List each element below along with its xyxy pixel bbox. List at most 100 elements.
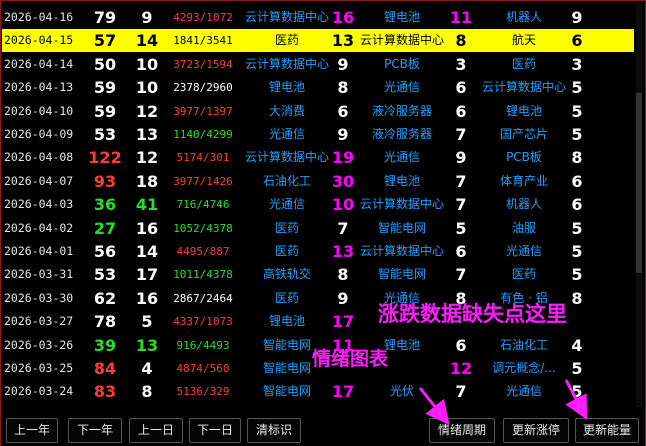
table-row[interactable]: 2026-03-24 83 8 5136/329 智能电网 17 光伏 7 光通信 5 xyxy=(2,380,634,403)
up-count-cell: 39 xyxy=(93,335,117,355)
sector-3-cell: 医药 xyxy=(511,267,536,282)
sector-2-cell: PCB板 xyxy=(384,56,420,71)
sector-2-cell: 锂电池 xyxy=(383,173,420,188)
down-count-cell: 4 xyxy=(141,359,153,378)
date-cell: 2026-04-16 xyxy=(4,10,74,24)
date-cell: 2026-04-02 xyxy=(4,220,74,235)
sector-3-cell: 体育产业 xyxy=(499,173,548,188)
sector-3-cell: 云计算数据中心 xyxy=(481,80,566,95)
button-bar: 上一年 下一年 上一日 下一日 清标识 情绪周期 更新涨停 更新能量 xyxy=(1,413,645,446)
table-row[interactable]: 2026-03-31 53 17 1011/4378 高铁轨交 8 智能电网 7 医药 5 xyxy=(2,263,634,286)
up-count-cell: 83 xyxy=(93,382,117,402)
rise-fall-ratio-cell: 3977/1426 xyxy=(173,174,233,188)
sector-2-cell: 液冷服务器 xyxy=(371,127,432,141)
up-count-cell: 59 xyxy=(93,78,117,98)
table-row[interactable]: 2026-04-08 122 12 5174/301 云计算数据中心 19 光通信 9 PCB板… xyxy=(2,146,634,169)
clear-marks-button[interactable]: 清标识 xyxy=(247,418,301,443)
up-count-cell: 79 xyxy=(93,8,117,27)
down-count-cell: 8 xyxy=(141,382,153,402)
table-row[interactable]: 2026-04-07 93 18 3977/1426 石油化工 30 锂电池 7 体育产业 6 xyxy=(2,170,634,193)
rise-fall-ratio-cell: 3977/1397 xyxy=(173,104,233,118)
sector-3-count-cell: 4 xyxy=(571,335,583,355)
sector-2-count-cell: 8 xyxy=(455,31,467,51)
up-count-cell: 62 xyxy=(93,288,117,308)
next-year-button[interactable]: 下一年 xyxy=(68,418,122,443)
sector-1-cell: 云计算数据中心 xyxy=(244,10,329,24)
date-cell: 2026-03-31 xyxy=(4,267,74,282)
up-count-cell: 53 xyxy=(93,125,117,144)
sector-2-cell: 云计算数据中心 xyxy=(359,244,444,258)
sector-2-count-cell: 6 xyxy=(455,101,467,121)
next-day-button[interactable]: 下一日 xyxy=(189,418,241,443)
table-row[interactable]: 2026-04-01 56 14 4495/887 医药 13 云计算数据中心 6 光通信 5 xyxy=(2,240,634,263)
rise-fall-ratio-cell: 5136/329 xyxy=(176,385,230,399)
sector-2-count-cell: 7 xyxy=(455,195,467,215)
up-count-cell: 27 xyxy=(93,218,117,238)
update-limit-button[interactable]: 更新涨停 xyxy=(503,418,569,443)
sector-2-count-cell: 11 xyxy=(449,8,473,27)
sector-2-count-cell: 3 xyxy=(455,54,467,74)
sector-1-cell: 云计算数据中心 xyxy=(244,150,329,165)
up-count-cell: 59 xyxy=(93,101,117,121)
table-row[interactable]: 2026-04-15 57 14 1841/3541 医药 13 云计算数据中心 8 航天 6 xyxy=(2,29,634,53)
date-cell: 2026-04-08 xyxy=(4,150,74,165)
sector-3-cell: 石油化工 xyxy=(499,337,548,352)
prev-day-button[interactable]: 上一日 xyxy=(129,418,183,443)
sector-3-count-cell: 8 xyxy=(571,148,583,168)
date-cell: 2026-04-13 xyxy=(4,80,74,95)
rise-fall-ratio-cell: 1052/4378 xyxy=(173,221,233,235)
up-count-cell: 36 xyxy=(93,195,117,215)
date-cell: 2026-03-24 xyxy=(4,384,74,399)
sector-3-count-cell: 6 xyxy=(571,171,583,191)
sector-3-count-cell: 5 xyxy=(571,78,583,98)
sentiment-cycle-button[interactable]: 情绪周期 xyxy=(429,418,495,443)
table-row[interactable]: 2026-04-02 27 16 1052/4378 医药 7 智能电网 5 油服 5 xyxy=(2,217,634,240)
sector-2-count-cell: 6 xyxy=(455,335,467,355)
sector-3-count-cell: 5 xyxy=(571,265,583,285)
down-count-cell: 16 xyxy=(135,218,159,238)
table-row[interactable]: 2026-04-09 53 13 1140/4299 光通信 9 液冷服务器 7 国产芯片 5 xyxy=(2,123,634,146)
sector-2-cell: 光通信 xyxy=(383,80,420,95)
sector-3-cell: 锂电池 xyxy=(505,103,542,118)
date-cell: 2026-04-10 xyxy=(4,103,74,118)
sector-1-cell: 医药 xyxy=(274,244,299,258)
sector-1-cell: 云计算数据中心 xyxy=(244,56,329,71)
sector-2-cell: 云计算数据中心 xyxy=(359,197,444,212)
sector-1-cell: 医药 xyxy=(274,220,299,235)
rise-fall-ratio-cell: 5174/301 xyxy=(176,151,230,165)
sector-2-count-cell: 5 xyxy=(455,218,467,238)
app-window: 2026-04-16 79 9 4293/1072 云计算数据中心 16 锂电池 11 机器人 9… xyxy=(0,0,646,446)
table-row[interactable]: 2026-04-16 79 9 4293/1072 云计算数据中心 16 锂电池 11 机器人 9 xyxy=(2,6,634,29)
sector-3-cell: PCB板 xyxy=(506,150,542,165)
sector-2-cell: 光伏 xyxy=(389,384,414,399)
down-count-cell: 16 xyxy=(135,288,159,308)
table-row[interactable]: 2026-04-13 59 10 2378/2960 锂电池 8 光通信 6 云计算数据中心 5 xyxy=(2,76,634,99)
scrollbar-thumb[interactable] xyxy=(636,93,642,273)
date-cell: 2026-04-01 xyxy=(4,244,74,258)
rise-fall-ratio-cell: 4293/1072 xyxy=(173,11,233,24)
sector-3-count-cell: 6 xyxy=(571,195,583,215)
sector-1-cell: 锂电池 xyxy=(268,80,305,95)
rise-fall-ratio-cell: 716/4746 xyxy=(176,198,230,212)
sector-3-cell: 国产芯片 xyxy=(499,127,548,141)
sector-2-count-cell: 7 xyxy=(455,125,467,144)
date-cell: 2026-03-26 xyxy=(4,337,74,352)
sector-1-cell: 石油化工 xyxy=(262,173,311,188)
sector-2-cell: 液冷服务器 xyxy=(371,103,432,118)
down-count-cell: 14 xyxy=(135,242,159,261)
table-row[interactable]: 2026-04-10 59 12 3977/1397 大消费 6 液冷服务器 6 锂电池 5 xyxy=(2,100,634,123)
sector-3-cell: 医药 xyxy=(511,56,536,71)
vertical-scrollbar[interactable] xyxy=(636,3,642,407)
sector-3-cell: 光通信 xyxy=(505,244,542,258)
sector-2-cell: 智能电网 xyxy=(377,220,426,235)
update-energy-button[interactable]: 更新能量 xyxy=(575,418,639,443)
rise-fall-ratio-cell: 1841/3541 xyxy=(173,34,233,48)
sector-2-count-cell: 7 xyxy=(455,171,467,191)
sector-1-cell: 医药 xyxy=(274,33,299,48)
up-count-cell: 84 xyxy=(93,359,117,378)
sector-3-cell: 机器人 xyxy=(505,197,542,212)
prev-year-button[interactable]: 上一年 xyxy=(6,418,58,443)
table-row[interactable]: 2026-04-03 36 41 716/4746 光通信 10 云计算数据中心 7 机器人 6 xyxy=(2,193,634,216)
sector-3-cell: 油服 xyxy=(511,220,536,235)
table-row[interactable]: 2026-04-14 50 10 3723/1594 云计算数据中心 9 PCB板 3 医药 3 xyxy=(2,53,634,76)
